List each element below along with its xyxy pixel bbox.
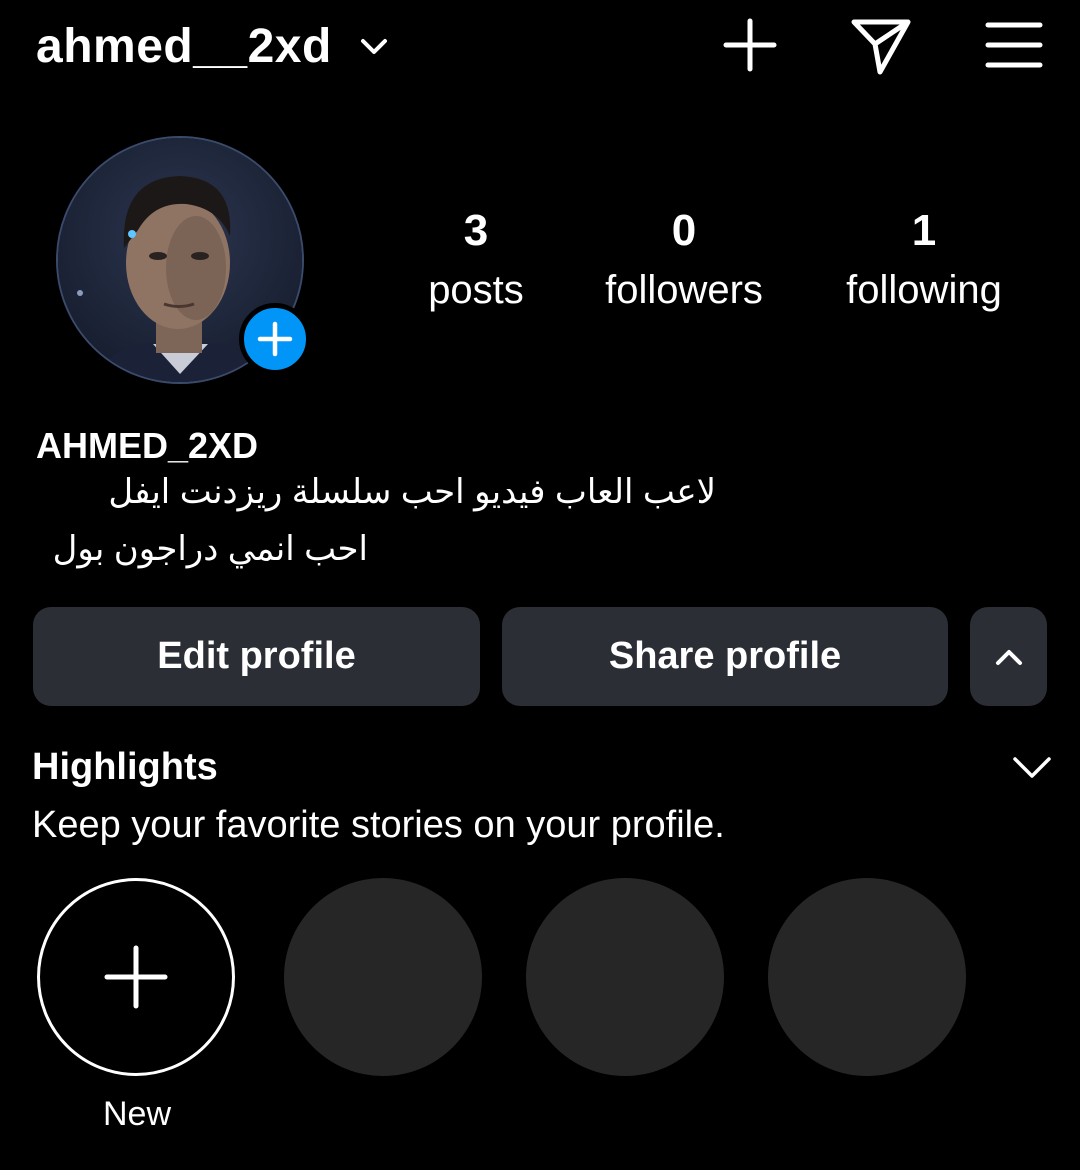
following-label: following: [846, 268, 1002, 312]
posts-label: posts: [428, 268, 524, 312]
bio-line: احب انمي دراجون بول: [52, 530, 368, 568]
chevron-down-icon[interactable]: [358, 30, 390, 62]
share-profile-button[interactable]: Share profile: [502, 607, 948, 706]
plus-icon: [104, 945, 168, 1009]
menu-icon[interactable]: [983, 14, 1045, 76]
plus-icon[interactable]: [719, 14, 781, 76]
suggestions-toggle-button[interactable]: [970, 607, 1047, 706]
posts-stat[interactable]: 3 posts: [396, 200, 556, 318]
edit-profile-button[interactable]: Edit profile: [33, 607, 480, 706]
highlight-placeholder: [768, 878, 966, 1076]
followers-count: 0: [671, 206, 697, 255]
following-stat[interactable]: 1 following: [820, 200, 1028, 318]
bio-line: لاعب العاب فيديو احب سلسلة ريزدنت ايفل: [108, 473, 716, 511]
highlights-title: Highlights: [32, 746, 218, 788]
followers-label: followers: [605, 268, 763, 312]
highlights-subtitle: Keep your favorite stories on your profi…: [32, 804, 725, 846]
profile-full-name: AHMED_2XD: [36, 425, 259, 466]
new-highlight-button[interactable]: [37, 878, 235, 1076]
highlight-placeholder: [526, 878, 724, 1076]
add-story-button[interactable]: [239, 303, 311, 375]
plus-icon: [257, 321, 293, 357]
following-count: 1: [911, 206, 937, 255]
chevron-up-icon: [995, 649, 1022, 665]
followers-stat[interactable]: 0 followers: [584, 200, 784, 318]
direct-message-icon[interactable]: [850, 14, 912, 76]
highlight-placeholder: [284, 878, 482, 1076]
new-highlight-label: New: [102, 1095, 172, 1133]
profile-username[interactable]: ahmed__2xd: [36, 18, 332, 76]
chevron-down-icon[interactable]: [1010, 750, 1054, 786]
posts-count: 3: [463, 206, 489, 255]
